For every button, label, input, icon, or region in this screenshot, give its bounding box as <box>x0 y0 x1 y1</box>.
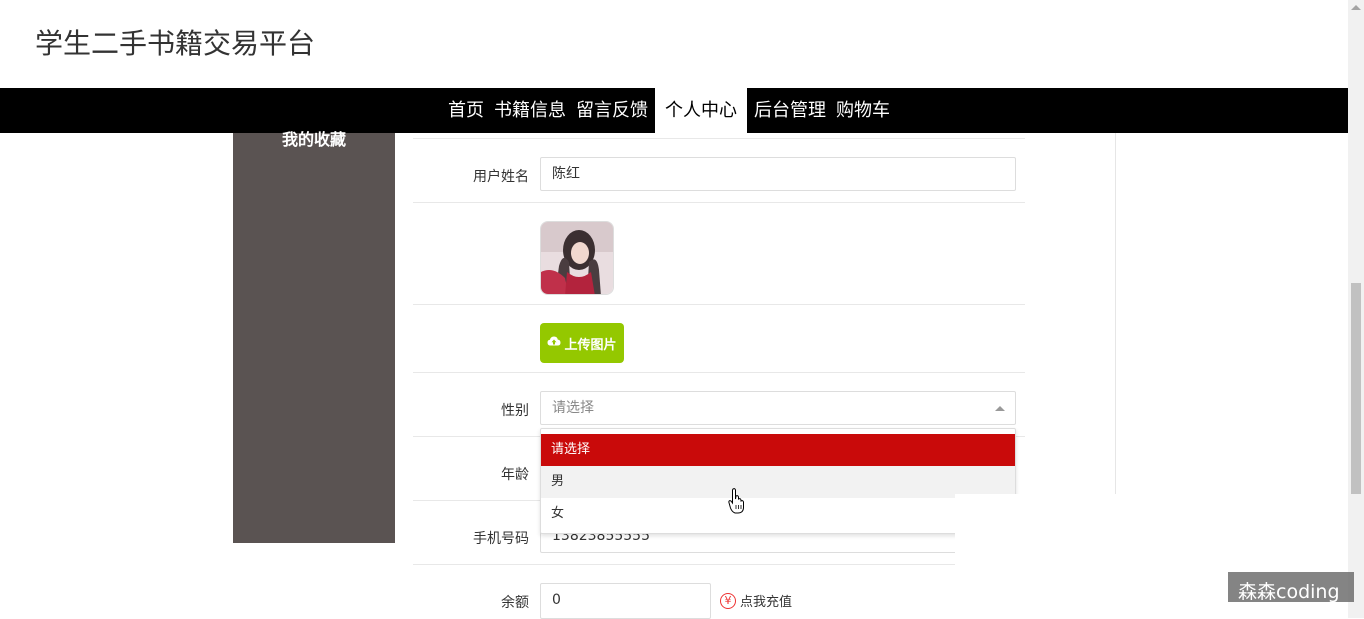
watermark: 森森coding <box>1228 572 1354 602</box>
upload-button-label: 上传图片 <box>564 337 617 353</box>
nav-item-feedback[interactable]: 留言反馈 <box>571 88 653 133</box>
upload-image-button[interactable]: 上传图片 <box>540 323 624 363</box>
gender-option[interactable]: 男 <box>541 466 1015 498</box>
nav-item-books[interactable]: 书籍信息 <box>489 88 571 133</box>
divider <box>413 564 1025 565</box>
scrollbar-thumb[interactable] <box>1351 283 1361 494</box>
divider <box>413 304 1025 305</box>
balance-label: 余额 <box>501 595 529 611</box>
site-title: 学生二手书籍交易平台 <box>35 27 316 60</box>
nav-item-admin[interactable]: 后台管理 <box>749 88 831 133</box>
divider <box>413 372 1025 373</box>
sidebar-item-favorites[interactable]: 我的收藏 <box>233 132 395 148</box>
recharge-label: 点我充值 <box>740 595 793 610</box>
nav-item-home[interactable]: 首页 <box>443 88 489 133</box>
gender-option[interactable]: 请选择 <box>541 434 1015 466</box>
main-navbar: 首页 书籍信息 留言反馈 个人中心 后台管理 购物车 <box>0 88 1348 133</box>
sidebar: 我的收藏 <box>233 132 395 543</box>
gender-select[interactable]: 请选择 <box>540 391 1016 425</box>
yen-icon: ¥ <box>720 592 736 609</box>
recharge-link[interactable]: ¥ 点我充值 <box>720 591 792 610</box>
gender-label: 性别 <box>501 403 529 419</box>
age-label: 年龄 <box>501 467 529 483</box>
username-label: 用户姓名 <box>473 169 529 185</box>
divider <box>413 202 1025 203</box>
nav-item-cart[interactable]: 购物车 <box>831 88 895 133</box>
caret-up-icon <box>995 406 1005 411</box>
gender-select-value: 请选择 <box>552 400 594 416</box>
gender-dropdown: 请选择 男 女 <box>540 428 1016 534</box>
gender-option[interactable]: 女 <box>541 498 1015 530</box>
cloud-upload-icon <box>547 335 561 351</box>
scroll-up-icon[interactable] <box>1351 5 1361 10</box>
avatar <box>540 221 614 295</box>
phone-label: 手机号码 <box>473 531 529 547</box>
hand-cursor-icon <box>728 488 746 518</box>
divider <box>413 138 1025 139</box>
nav-item-personal-center[interactable]: 个人中心 <box>655 88 747 133</box>
balance-input[interactable]: 0 <box>540 583 711 619</box>
username-input[interactable]: 陈红 <box>540 157 1016 191</box>
